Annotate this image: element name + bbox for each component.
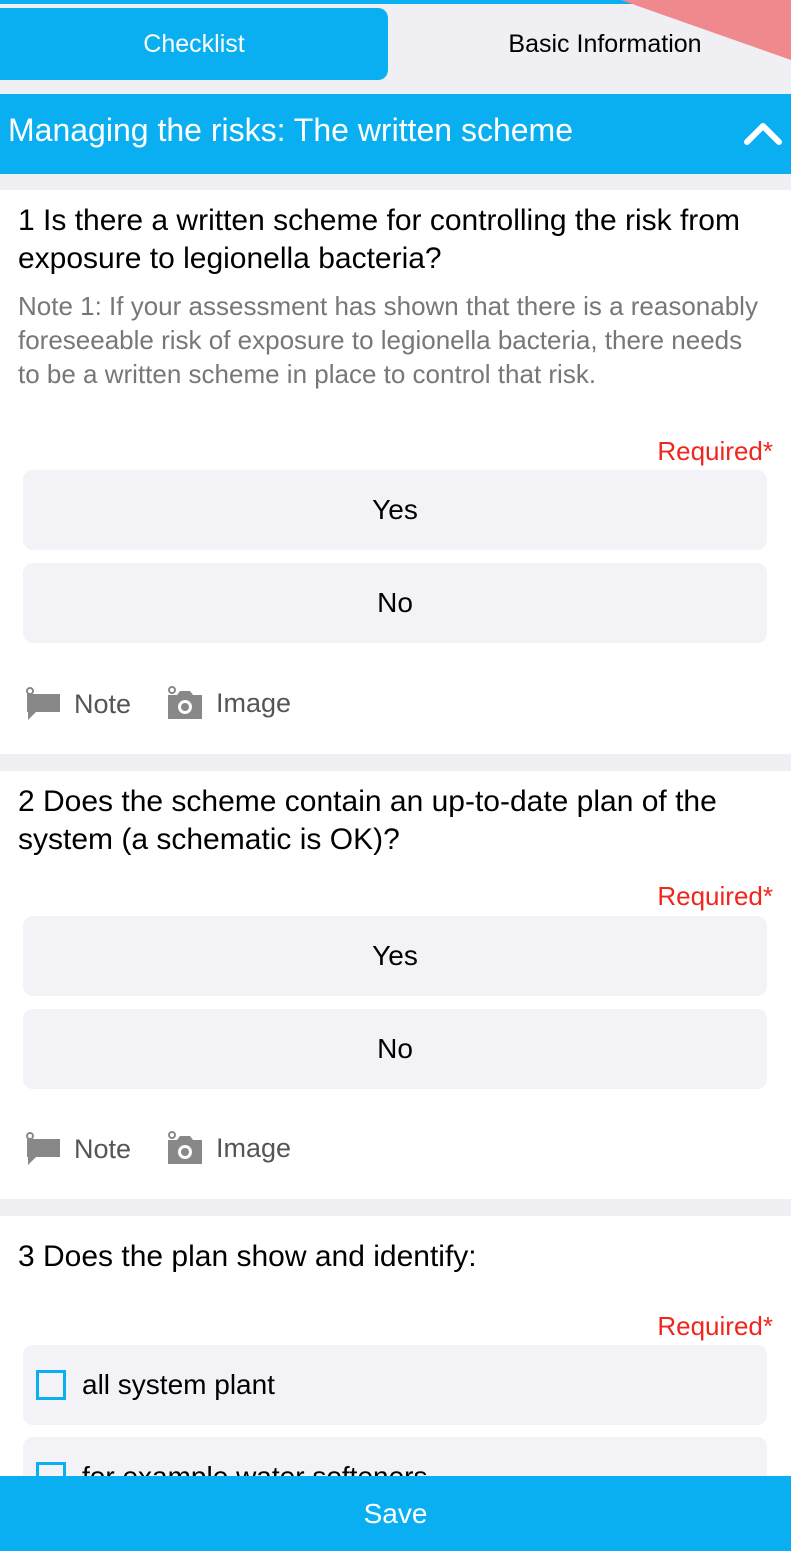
image-label-1: Image (216, 687, 292, 718)
speech-bubble-icon (26, 1132, 60, 1165)
option-yes-1[interactable]: Yes (23, 470, 767, 550)
question-text-1: 1 Is there a written scheme for controll… (18, 204, 740, 275)
question-text-2: 2 Does the scheme contain an up-to-date … (18, 785, 717, 856)
option-yes-2[interactable]: Yes (23, 916, 767, 996)
checkbox-label-2: for example water softeners (82, 1461, 428, 1476)
section-header[interactable]: Managing the risks: The written scheme (0, 94, 791, 174)
tab-basic-information[interactable]: Basic Information (400, 8, 791, 80)
camera-icon (168, 686, 202, 719)
required-label-3: Required* (657, 1311, 773, 1341)
section-title: Managing the risks: The written scheme (8, 112, 573, 148)
note-button-2[interactable]: Note (24, 1131, 131, 1167)
checkbox-option-2[interactable]: for example water softeners (23, 1437, 767, 1476)
question-card-2: 2 Does the scheme contain an up-to-date … (0, 771, 791, 1199)
image-button-2[interactable]: Image (166, 1131, 291, 1165)
required-label-2: Required* (657, 881, 773, 911)
note-button-1[interactable]: Note (24, 686, 131, 722)
question-card-1: 1 Is there a written scheme for controll… (0, 190, 791, 754)
required-label-1: Required* (657, 436, 773, 466)
question-text-3: 3 Does the plan show and identify: (18, 1240, 477, 1273)
camera-icon (168, 1131, 202, 1164)
option-no-2[interactable]: No (23, 1009, 767, 1089)
checkbox[interactable] (36, 1370, 66, 1400)
speech-bubble-icon (26, 687, 60, 720)
note-label-1: Note (74, 688, 132, 719)
note-label-2: Note (74, 1133, 132, 1164)
checkbox-option-1[interactable]: all system plant (23, 1345, 767, 1425)
save-button[interactable]: Save (0, 1476, 791, 1551)
option-no-1[interactable]: No (23, 563, 767, 643)
image-label-2: Image (216, 1132, 292, 1163)
tab-bar: Checklist Basic Information (0, 0, 791, 90)
question-card-3: 3 Does the plan show and identify: Requi… (0, 1216, 791, 1476)
question-note-1: Note 1: If your assessment has shown tha… (18, 291, 758, 389)
image-button-1[interactable]: Image (166, 686, 291, 720)
chevron-up-icon[interactable] (743, 118, 783, 146)
checkbox[interactable] (36, 1462, 66, 1476)
tab-checklist[interactable]: Checklist (0, 8, 388, 80)
checkbox-label-1: all system plant (82, 1369, 275, 1400)
